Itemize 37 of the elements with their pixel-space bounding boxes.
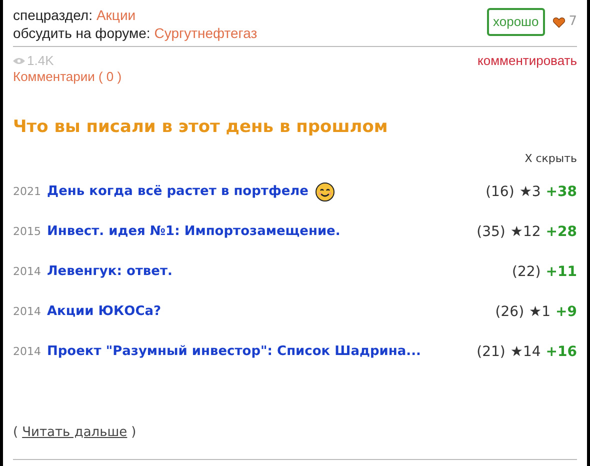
comment-count: (35) [476,222,506,242]
post-year: 2021 [13,184,42,200]
section-label: спецраздел: [13,6,92,24]
like-count: 7 [568,13,577,32]
comment-count: (22) [512,262,541,282]
vote-score: +38 [546,182,577,202]
vote-score: +9 [556,302,577,322]
post-year: 2014 [13,264,42,280]
post-year: 2014 [13,344,42,360]
rating: ★12 [510,222,541,242]
post-year: 2015 [13,224,42,240]
rating: ★14 [510,342,541,362]
vote-score: +11 [546,262,577,282]
paren: ( [13,424,18,442]
post-title[interactable]: Проект "Разумный инвестор": Список Шадрина... [47,342,421,362]
vote-score: +28 [546,222,577,242]
comment-link[interactable]: комментировать [478,53,577,69]
hide-button[interactable]: X скрыть [524,150,577,167]
post-title[interactable]: День когда всё растет в портфеле [47,182,308,202]
rating: ★3 [519,182,541,202]
comment-count: (21) [476,342,506,362]
post-year: 2014 [13,304,42,320]
post-title[interactable]: Инвест. идея №1: Импортозамещение. [47,222,340,242]
vote-score: +16 [546,342,577,362]
read-more-link[interactable]: Читать дальше [22,423,128,442]
eye-icon [13,57,25,65]
good-button[interactable]: хорошо [487,8,545,36]
rating: ★1 [529,302,551,322]
section-heading: Что вы писали в этот день в прошлом [13,116,389,139]
forum-label: обсудить на форуме: [13,24,150,42]
view-count: 1.4K [27,53,54,69]
post-title[interactable]: Левенгук: ответ. [47,262,172,282]
paren: ) [131,424,136,442]
comment-count: (26) [495,302,524,322]
comment-count: (16) [486,182,514,202]
heart-icon[interactable] [552,16,565,28]
post-title[interactable]: Акции ЮКОСа? [47,302,162,322]
